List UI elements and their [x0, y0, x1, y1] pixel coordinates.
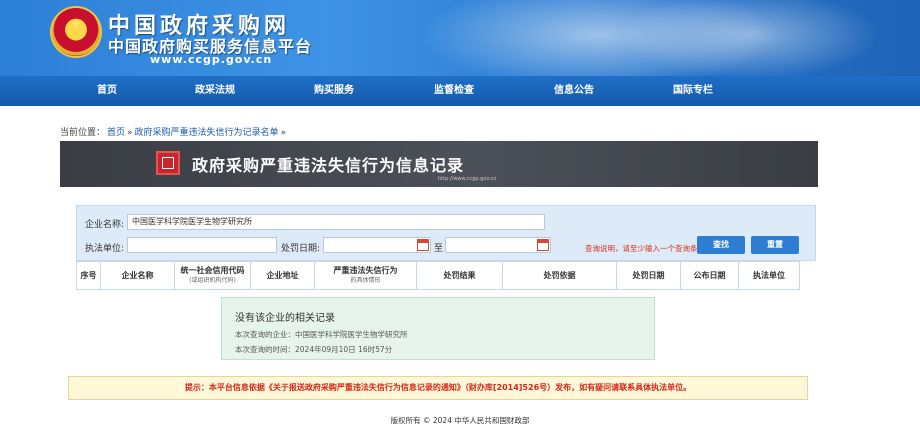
reset-button[interactable]: 重置 — [751, 236, 799, 254]
column-header: 企业名称 — [101, 262, 175, 289]
breadcrumb-home-link[interactable]: 首页 — [107, 128, 125, 138]
no-result-message: 没有该企业的相关记录 — [235, 313, 335, 324]
notice-bar: 提示：本平台信息依据《关于报送政府采购严重违法失信行为信息记录的通知》（财办库[… — [68, 376, 808, 400]
seal-icon — [156, 151, 180, 175]
page-title-url: http://www.ccgp.gov.cn — [438, 176, 497, 182]
breadcrumb-current-link[interactable]: 政府采购严重违法失信行为记录名单 — [135, 128, 279, 138]
search-hint: 查询说明，请至少输入一个查询条件 — [585, 244, 705, 253]
search-button[interactable]: 查找 — [697, 236, 745, 254]
query-company-text: 本次查询的企业：中国医学科学院医学生物学研究所 — [235, 330, 408, 339]
breadcrumb-separator: » — [280, 128, 287, 138]
breadcrumb: 当前位置： 首页» 政府采购严重违法失信行为记录名单» — [60, 125, 288, 138]
column-header: 执法单位 — [753, 270, 785, 280]
date-from-input[interactable] — [323, 237, 431, 253]
nav-item-purchase-services[interactable]: 购买服务 — [289, 76, 379, 106]
company-name-input[interactable]: 中国医学科学院医学生物学研究所 — [127, 214, 545, 230]
column-header: 企业地址 — [251, 262, 315, 289]
column-header: 严重违法失信行为 的具体情形 — [315, 262, 417, 289]
breadcrumb-prefix: 当前位置： — [60, 128, 106, 138]
date-to-label: 至 — [434, 244, 444, 254]
column-header: 统一社会信用代码 (或组织机构代码) — [175, 262, 251, 289]
penalty-date-label: 处罚日期: — [281, 244, 321, 254]
page-title: 政府采购严重违法失信行为信息记录 — [192, 156, 465, 175]
main-nav: 首页 政采法规 购买服务 监督检查 信息公告 国际专栏 — [0, 76, 920, 106]
enforcement-unit-input[interactable] — [127, 237, 277, 253]
column-header: 序号 — [77, 262, 101, 289]
nav-item-home[interactable]: 首页 — [62, 76, 152, 106]
query-time-text: 本次查询的时间：2024年09月10日 16时57分 — [235, 345, 393, 354]
copyright-footer: 版权所有 © 2024 中华人民共和国财政部 — [390, 416, 530, 425]
search-panel: 企业名称: 中国医学科学院医学生物学研究所 执法单位: 处罚日期: 至 查询说明… — [76, 205, 816, 261]
results-table-header: 序号 企业名称 统一社会信用代码 (或组织机构代码) 企业地址 严重违法失信行为的… — [76, 261, 800, 290]
no-result-box: 没有该企业的相关记录 本次查询的企业：中国医学科学院医学生物学研究所 本次查询的… — [221, 297, 655, 360]
date-to-input[interactable] — [445, 237, 551, 253]
banner-cloud — [620, 0, 880, 76]
national-emblem-icon: ★ — [52, 8, 100, 56]
breadcrumb-separator: » — [127, 128, 133, 138]
calendar-icon[interactable] — [537, 239, 549, 251]
nav-item-regulations[interactable]: 政采法规 — [170, 76, 260, 106]
page-title-banner: 政府采购严重违法失信行为信息记录 http://www.ccgp.gov.cn — [60, 141, 818, 187]
column-header: 处罚依据 — [503, 262, 617, 289]
site-banner: ★ 中国政府采购网 中国政府购买服务信息平台 www.ccgp.gov.cn — [0, 0, 920, 76]
site-url: www.ccgp.gov.cn — [150, 53, 273, 66]
enforcement-unit-label: 执法单位: — [85, 244, 125, 254]
column-header: 处罚结果 — [417, 262, 503, 289]
column-header: 公布日期 — [681, 262, 739, 289]
calendar-icon[interactable] — [417, 239, 429, 251]
column-header: 处罚日期 — [617, 262, 681, 289]
nav-item-announcements[interactable]: 信息公告 — [529, 76, 619, 106]
nav-item-supervision[interactable]: 监督检查 — [409, 76, 499, 106]
nav-item-international[interactable]: 国际专栏 — [648, 76, 738, 106]
company-name-label: 企业名称: — [85, 220, 125, 230]
